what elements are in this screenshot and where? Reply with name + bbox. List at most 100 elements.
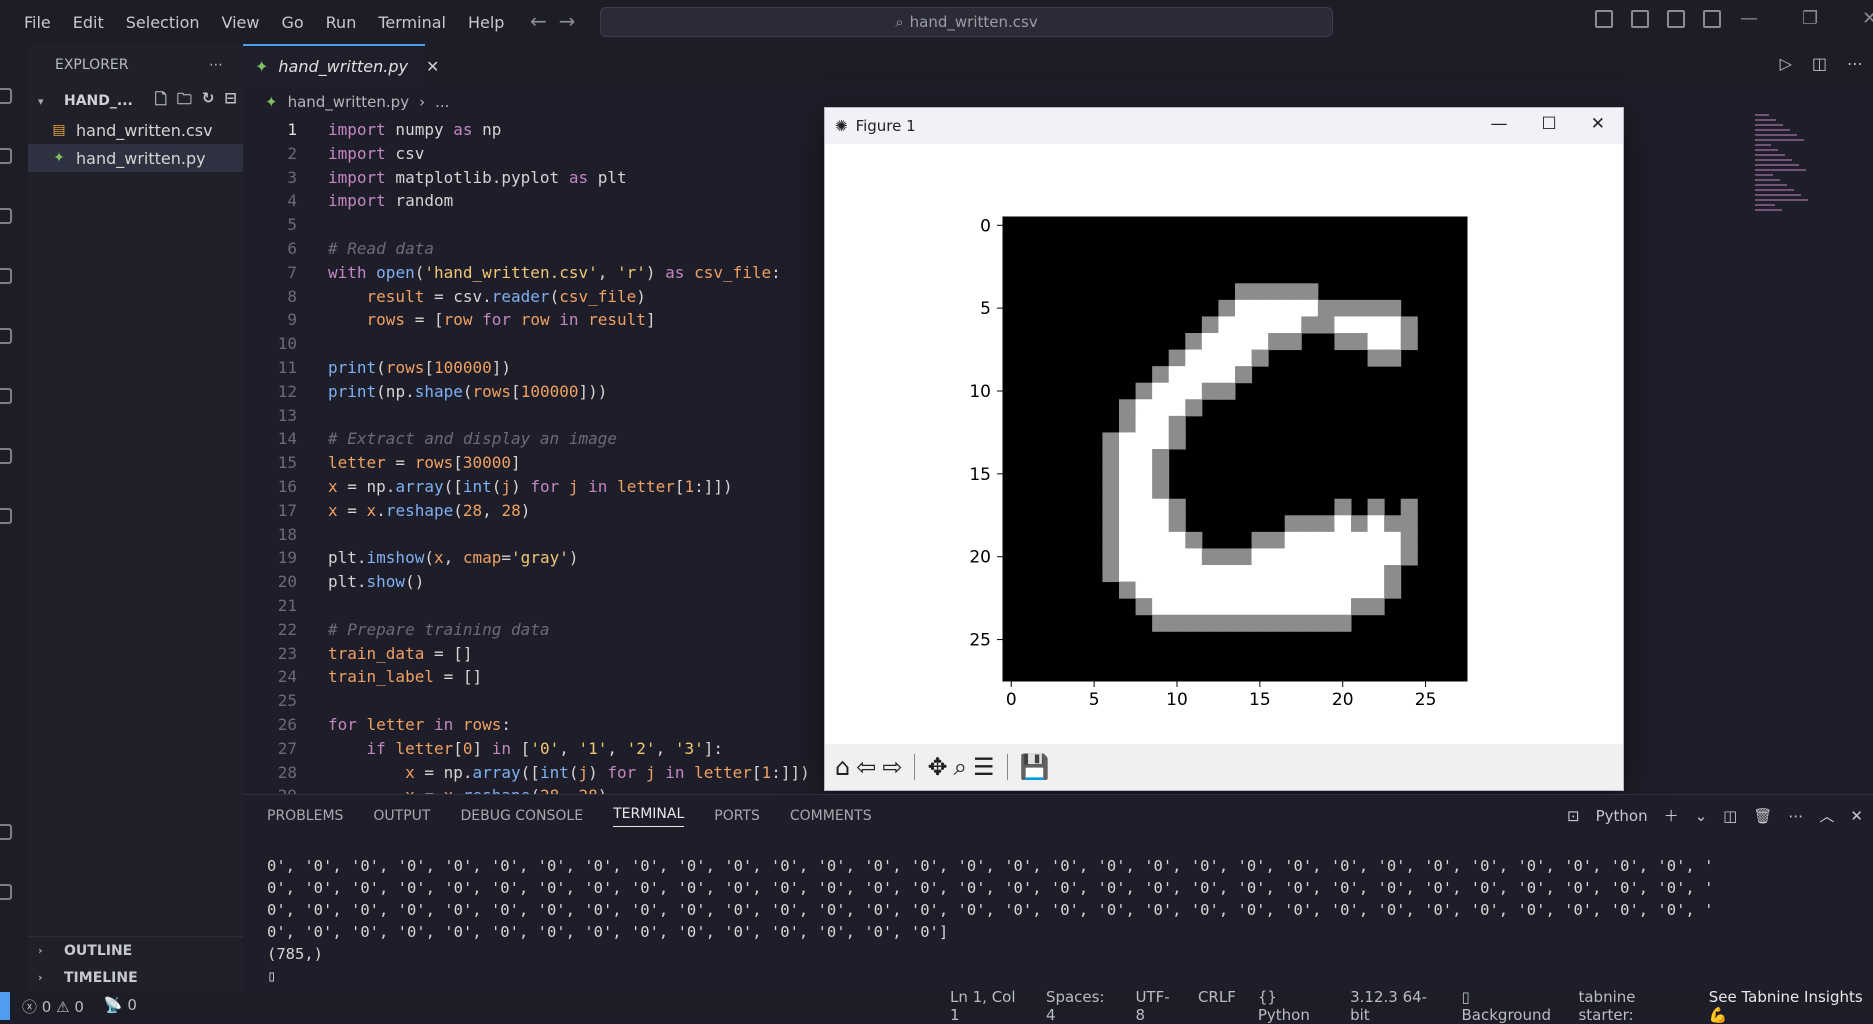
tab-debug-console[interactable]: DEBUG CONSOLE xyxy=(460,808,583,824)
outline-section[interactable]: › OUTLINE xyxy=(28,937,243,964)
code-line[interactable]: 16 x = np.array([int(j) for j in letter[1… xyxy=(243,475,823,499)
code-line[interactable]: 26 for letter in rows: xyxy=(243,713,823,737)
code-line[interactable]: 11 print(rows[100000]) xyxy=(243,356,823,380)
tabnine-status[interactable]: tabnine starter: xyxy=(1578,988,1686,1024)
tab-problems[interactable]: PROBLEMS xyxy=(267,808,343,824)
account-icon[interactable] xyxy=(0,824,12,840)
save-icon[interactable]: 💾 xyxy=(1020,753,1050,781)
home-icon[interactable]: ⌂ xyxy=(835,753,850,781)
code-line[interactable]: 20 plt.show() xyxy=(243,570,823,594)
remote-indicator[interactable] xyxy=(0,992,10,1020)
more-actions-icon[interactable]: ⋯ xyxy=(1847,54,1863,73)
breadcrumb-file[interactable]: hand_written.py xyxy=(288,93,410,111)
code-line[interactable]: 7 with open('hand_written.csv', 'r') as c… xyxy=(243,261,823,285)
background-status[interactable]: ▯ Background xyxy=(1462,988,1557,1024)
menu-help[interactable]: Help xyxy=(468,13,504,32)
new-folder-icon[interactable]: 🗀 xyxy=(177,89,192,114)
cursor-position[interactable]: Ln 1, Col 1 xyxy=(950,988,1024,1024)
settings-gear-icon[interactable] xyxy=(0,884,12,900)
chevron-down-icon[interactable]: ⌄ xyxy=(1695,807,1708,825)
run-icon[interactable]: ▷ xyxy=(1780,54,1792,73)
code-line[interactable]: 2 import csv xyxy=(243,142,823,166)
end-of-line[interactable]: CRLF xyxy=(1198,988,1236,1024)
toggle-panel-icon[interactable] xyxy=(1631,10,1649,28)
split-terminal-icon[interactable]: ◫ xyxy=(1723,807,1737,825)
code-line[interactable]: 10 xyxy=(243,332,823,356)
terminal-output[interactable]: 0', '0', '0', '0', '0', '0', '0', '0', '… xyxy=(243,837,1873,987)
refresh-icon[interactable]: ↻ xyxy=(202,89,215,114)
code-line[interactable]: 21 xyxy=(243,594,823,618)
tab-terminal[interactable]: TERMINAL xyxy=(613,806,685,827)
menu-view[interactable]: View xyxy=(222,13,260,32)
language-mode[interactable]: {} Python xyxy=(1258,988,1328,1024)
encoding[interactable]: UTF-8 xyxy=(1135,988,1176,1024)
more-actions-icon[interactable]: ⋯ xyxy=(209,57,223,73)
tabnine-icon[interactable] xyxy=(0,508,12,524)
code-line[interactable]: 17 x = x.reshape(28, 28) xyxy=(243,499,823,523)
menu-edit[interactable]: Edit xyxy=(73,13,104,32)
close-tab-icon[interactable]: ✕ xyxy=(426,57,439,76)
pan-icon[interactable]: ✥ xyxy=(927,753,947,781)
code-editor[interactable]: 1 import numpy as np 2 import csv 3 import ma… xyxy=(243,118,823,794)
source-control-icon[interactable] xyxy=(0,208,12,224)
trash-icon[interactable]: 🗑 xyxy=(1753,807,1772,825)
new-terminal-icon[interactable]: ＋ xyxy=(1664,805,1679,826)
code-line[interactable]: 28 x = np.array([int(j) for j in letter[… xyxy=(243,761,823,785)
explorer-icon[interactable] xyxy=(0,88,12,104)
more-actions-icon[interactable]: ⋯ xyxy=(1788,807,1803,825)
collapse-all-icon[interactable]: ⊟ xyxy=(224,89,237,114)
timeline-section[interactable]: › TIMELINE xyxy=(28,964,243,991)
extensions-icon[interactable] xyxy=(0,328,12,344)
zoom-icon[interactable]: ⌕ xyxy=(954,753,967,781)
ports-status[interactable]: 📡 0 xyxy=(104,996,137,1017)
code-line[interactable]: 8 result = csv.reader(csv_file) xyxy=(243,285,823,309)
interpreter-version[interactable]: 3.12.3 64-bit xyxy=(1350,988,1439,1024)
tab-ports[interactable]: PORTS xyxy=(714,808,760,824)
python-icon[interactable] xyxy=(0,448,12,464)
breadcrumb-rest[interactable]: ... xyxy=(435,93,449,111)
tab-comments[interactable]: COMMENTS xyxy=(790,808,872,824)
code-line[interactable]: 6 # Read data xyxy=(243,237,823,261)
terminal-shell-label[interactable]: Python xyxy=(1596,807,1648,825)
tab-output[interactable]: OUTPUT xyxy=(373,808,430,824)
code-line[interactable]: 3 import matplotlib.pyplot as plt xyxy=(243,166,823,190)
run-debug-icon[interactable] xyxy=(0,268,12,284)
file-item-py[interactable]: ✦ hand_written.py xyxy=(28,144,243,172)
code-line[interactable]: 24 train_label = [] xyxy=(243,665,823,689)
toggle-secondary-sidebar-icon[interactable] xyxy=(1667,10,1685,28)
code-line[interactable]: 18 xyxy=(243,523,823,547)
menu-file[interactable]: File xyxy=(24,13,51,32)
toggle-sidebar-icon[interactable] xyxy=(1595,10,1613,28)
code-line[interactable]: 29 x = x.reshape(28, 28) xyxy=(243,784,823,794)
close-icon[interactable]: ✕ xyxy=(1862,8,1873,29)
minimize-icon[interactable]: — xyxy=(1491,114,1508,134)
close-icon[interactable]: ✕ xyxy=(1591,114,1605,134)
tab-hand-written-py[interactable]: ✦ hand_written.py ✕ xyxy=(243,44,439,86)
search-view-icon[interactable] xyxy=(0,148,12,164)
restore-icon[interactable]: ❐ xyxy=(1802,8,1818,29)
command-center-search[interactable]: ⌕ hand_written.csv xyxy=(600,7,1333,37)
menu-selection[interactable]: Selection xyxy=(126,13,200,32)
folder-root[interactable]: ▾ HAND_... 🗋 🗀 ↻ ⊟ xyxy=(28,86,243,116)
menu-go[interactable]: Go xyxy=(281,13,303,32)
menu-run[interactable]: Run xyxy=(326,13,357,32)
customize-layout-icon[interactable] xyxy=(1703,10,1721,28)
configure-subplots-icon[interactable]: ☰ xyxy=(973,753,995,781)
code-line[interactable]: 9 rows = [row for row in result] xyxy=(243,308,823,332)
code-line[interactable]: 22 # Prepare training data xyxy=(243,618,823,642)
new-file-icon[interactable]: 🗋 xyxy=(155,89,167,114)
code-line[interactable]: 23 train_data = [] xyxy=(243,642,823,666)
minimap[interactable] xyxy=(1755,114,1815,224)
code-line[interactable]: 13 xyxy=(243,404,823,428)
file-item-csv[interactable]: ▤ hand_written.csv xyxy=(28,116,243,144)
forward-arrow-icon[interactable]: → xyxy=(559,9,588,33)
code-line[interactable]: 25 xyxy=(243,689,823,713)
tabnine-insights[interactable]: See Tabnine Insights 💪 xyxy=(1709,988,1873,1024)
indentation[interactable]: Spaces: 4 xyxy=(1046,988,1114,1024)
code-line[interactable]: 14 # Extract and display an image xyxy=(243,427,823,451)
forward-arrow-icon[interactable]: ⇨ xyxy=(882,753,902,781)
menu-terminal[interactable]: Terminal xyxy=(378,13,446,32)
code-line[interactable]: 15 letter = rows[30000] xyxy=(243,451,823,475)
code-line[interactable]: 1 import numpy as np xyxy=(243,118,823,142)
back-arrow-icon[interactable]: ⇦ xyxy=(856,753,876,781)
